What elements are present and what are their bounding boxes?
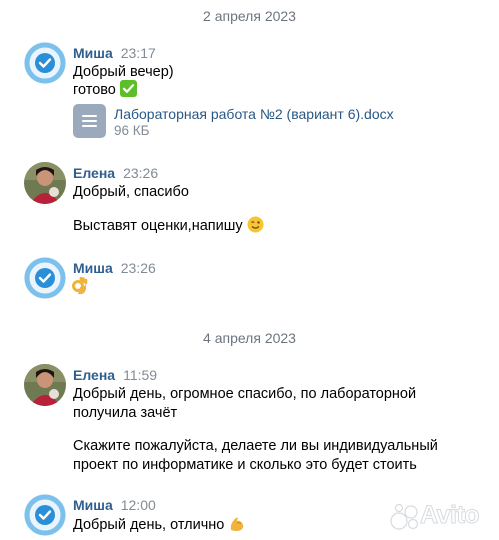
flexed-biceps-icon (228, 514, 246, 538)
message-time[interactable]: 23:26 (123, 165, 158, 181)
message-text: Добрый вечер) (73, 64, 174, 80)
message-header: Миша 23:17 (73, 45, 156, 61)
message-time[interactable]: 11:59 (123, 367, 157, 383)
message-text-line: готово (73, 80, 137, 103)
file-name-link[interactable]: Лабораторная работа №2 (вариант 6).docx (114, 106, 394, 122)
avatar-misha[interactable] (24, 257, 66, 299)
user-photo-icon (24, 162, 66, 204)
ok-hand-icon (71, 276, 89, 301)
document-icon[interactable] (73, 104, 106, 138)
author-name[interactable]: Миша (73, 497, 113, 513)
message-text: Добрый день, огромное спасибо, по лабора… (73, 386, 417, 402)
message-header: Елена 23:26 (73, 165, 158, 181)
message-text: готово (73, 82, 116, 98)
author-name[interactable]: Елена (73, 165, 115, 181)
avito-watermark: Avito (390, 501, 495, 531)
date-separator: 4 апреля 2023 (203, 330, 296, 346)
avatar-misha[interactable] (24, 494, 66, 536)
date-separator: 2 апреля 2023 (203, 8, 296, 24)
message-text: Добрый, спасибо (73, 184, 189, 200)
watermark-text: Avito (419, 501, 480, 530)
avatar-elena[interactable] (24, 364, 66, 406)
message-text-line (71, 276, 89, 301)
message-text-line: Выставят оценки,напишу (73, 216, 264, 239)
message-text: получила зачёт (73, 405, 178, 421)
message-text: Скажите пожалуйста, делаете ли вы индиви… (73, 438, 438, 454)
user-photo-icon (24, 364, 66, 406)
verified-badge-icon (24, 42, 66, 84)
message-text: Выставят оценки,напишу (73, 218, 243, 234)
message-header: Миша 12:00 (73, 497, 156, 513)
author-name[interactable]: Елена (73, 367, 115, 383)
check-mark-button-icon (119, 80, 137, 103)
message-time[interactable]: 23:26 (121, 260, 156, 276)
message-time[interactable]: 12:00 (121, 497, 156, 513)
message-text-line: Добрый день, отлично (73, 514, 246, 538)
avatar-misha[interactable] (24, 42, 66, 84)
avatar-elena[interactable] (24, 162, 66, 204)
file-attachment[interactable]: Лабораторная работа №2 (вариант 6).docx … (73, 104, 453, 140)
message-text: Добрый день, отлично (73, 517, 225, 533)
message-header: Миша 23:26 (73, 260, 156, 276)
author-name[interactable]: Миша (73, 260, 113, 276)
message-time[interactable]: 23:17 (121, 45, 156, 61)
verified-badge-icon (24, 257, 66, 299)
author-name[interactable]: Миша (73, 45, 113, 61)
avito-logo-icon (390, 503, 419, 530)
message-header: Елена 11:59 (73, 367, 157, 383)
file-size: 96 КБ (114, 123, 150, 138)
verified-badge-icon (24, 494, 66, 536)
message-text: проект по информатике и сколько это буде… (73, 457, 417, 473)
winking-face-icon (247, 216, 264, 239)
